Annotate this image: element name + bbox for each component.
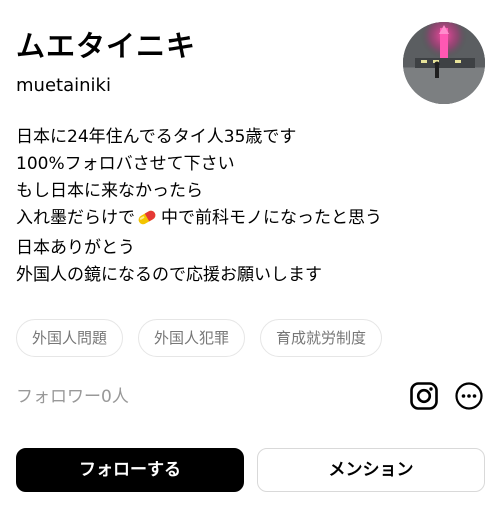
bio-line-end: 中で前科モノになったと思う [161, 208, 382, 228]
pill-emoji-icon [136, 208, 158, 235]
bio-line-start: 入れ墨だらけで [16, 208, 135, 228]
more-options-icon[interactable] [454, 381, 484, 411]
bio-line: 100%フォロバさせて下さい [16, 154, 235, 174]
topic-tags: 外国人問題 外国人犯罪 育成就労制度 [16, 319, 383, 357]
avatar[interactable] [403, 22, 485, 104]
bio: 日本に24年住んでるタイ人35歳です 100%フォロバさせて下さい もし日本に来… [16, 124, 456, 289]
bio-line: もし日本に来なかったら [16, 181, 203, 201]
display-name: ムエタイニキ [16, 29, 197, 63]
mention-button[interactable]: メンション [257, 448, 485, 492]
bio-line-with-icon: 入れ墨だらけで 中で前科モノになったと思う [16, 205, 456, 235]
follow-button[interactable]: フォローする [16, 448, 244, 492]
profile-header: ムエタイニキ muetainiki 日本に24年住んでるタイ人35歳です 100… [0, 0, 500, 510]
bio-line: 日本ありがとう [16, 238, 135, 258]
username: muetainiki [16, 75, 111, 96]
bio-line: 日本に24年住んでるタイ人35歳です [16, 127, 297, 147]
follower-count[interactable]: フォロワー0人 [16, 385, 129, 409]
bio-line: 外国人の鏡になるので応援お願いします [16, 265, 322, 285]
tag-chip[interactable]: 外国人問題 [16, 319, 124, 357]
instagram-icon[interactable] [409, 381, 439, 411]
tag-chip[interactable]: 育成就労制度 [260, 319, 383, 357]
profile-photo [403, 22, 485, 104]
tag-chip[interactable]: 外国人犯罪 [138, 319, 246, 357]
